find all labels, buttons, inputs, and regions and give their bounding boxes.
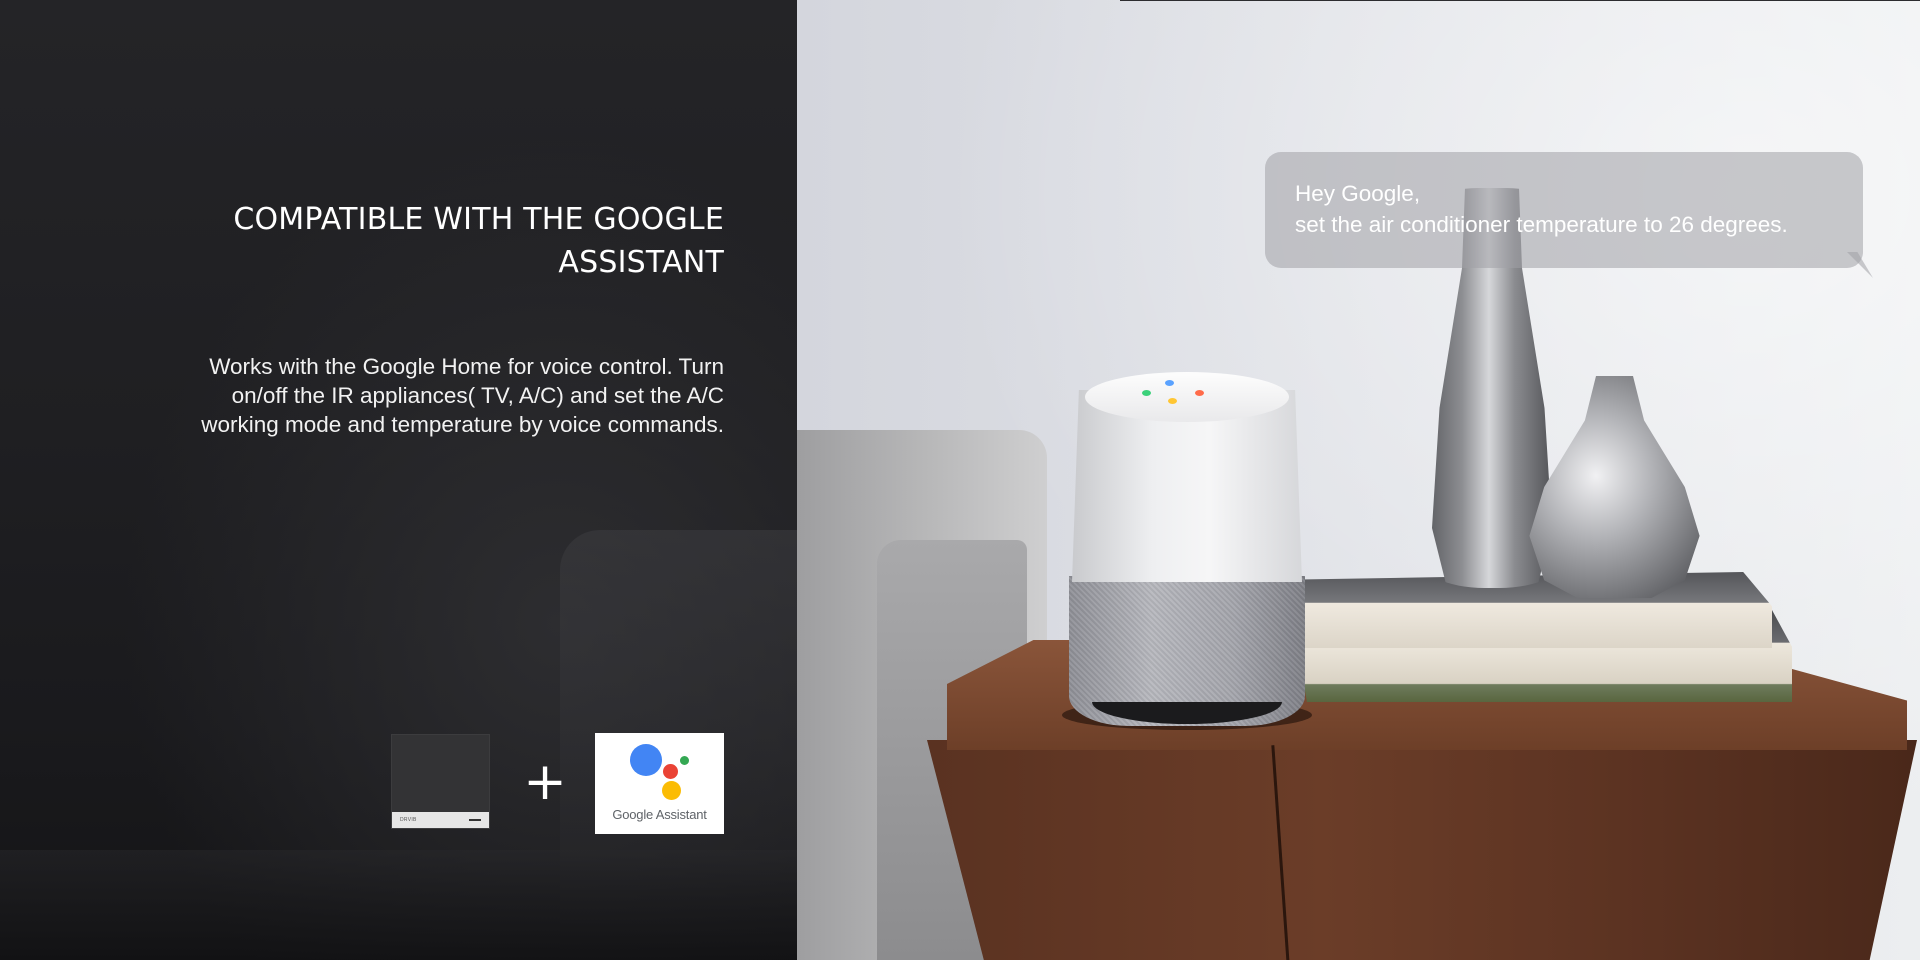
- speaker-led-green-icon: [1142, 390, 1151, 396]
- device-led-icon: [469, 819, 481, 821]
- logo-blue-dot: [630, 744, 662, 776]
- description-line-1: Works with the Google Home for voice con…: [209, 354, 724, 379]
- feature-headline: COMPATIBLE WITH THE GOOGLE ASSISTANT: [164, 198, 724, 284]
- description-line-3: working mode and temperature by voice co…: [201, 412, 724, 437]
- device-front-strip: DRVIB: [392, 812, 489, 828]
- logo-red-dot: [663, 764, 678, 779]
- feature-description: Works with the Google Home for voice con…: [104, 352, 724, 439]
- product-photo: [797, 0, 1920, 960]
- wooden-table-body: [927, 740, 1917, 960]
- speaker-led-red-icon: [1195, 390, 1204, 396]
- floor-shadow: [0, 850, 797, 960]
- speaker-led-blue-icon: [1165, 380, 1174, 386]
- voice-command-line-1: Hey Google,: [1295, 181, 1421, 206]
- logo-yellow-dot: [662, 781, 681, 800]
- ir-hub-device-image: DRVIB: [391, 734, 490, 829]
- google-assistant-logo: Google Assistant: [595, 733, 724, 834]
- top-edge-line: [1120, 0, 1920, 1]
- device-label: DRVIB: [400, 817, 417, 823]
- plus-icon: +: [523, 752, 567, 812]
- description-line-2: on/off the IR appliances( TV, A/C) and s…: [231, 383, 724, 408]
- voice-command-line-2: set the air conditioner temperature to 2…: [1295, 212, 1788, 237]
- assistant-logo-text: Google Assistant: [612, 807, 707, 822]
- headline-line-1: COMPATIBLE WITH THE GOOGLE: [233, 202, 724, 237]
- headline-line-2: ASSISTANT: [558, 245, 724, 280]
- voice-command-bubble: Hey Google, set the air conditioner temp…: [1265, 152, 1873, 278]
- speaker-cap: [1085, 372, 1289, 422]
- logo-green-dot: [680, 756, 689, 765]
- speaker-led-yellow-icon: [1168, 398, 1177, 404]
